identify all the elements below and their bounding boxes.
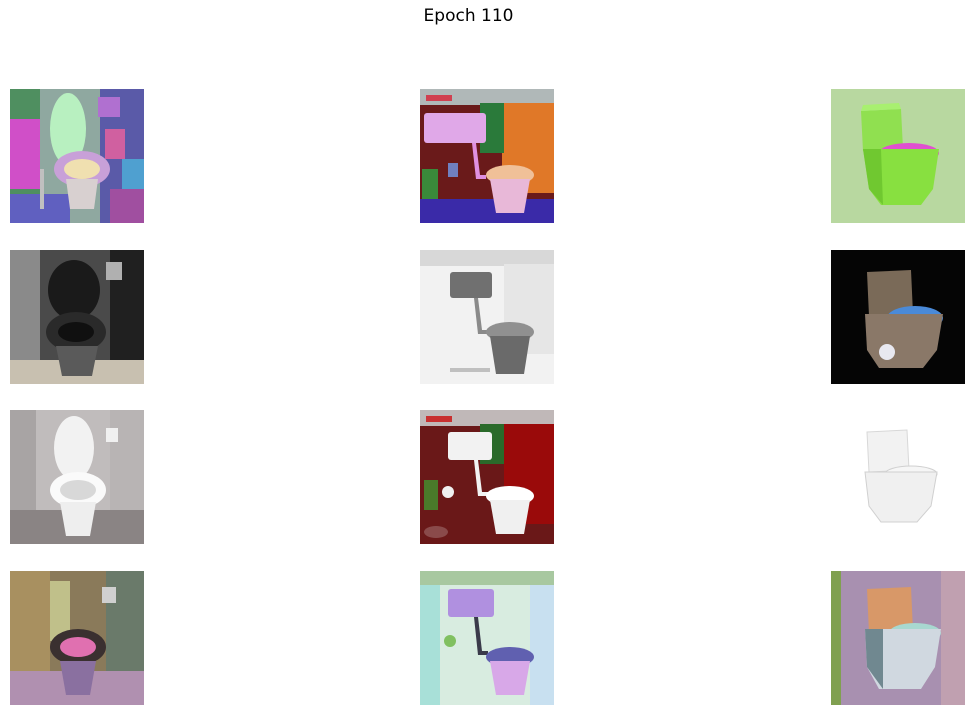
toilet-image-r4-c1: [10, 571, 144, 705]
figure-title: Epoch 110: [423, 6, 514, 26]
toilet-image-r4-c3: [831, 571, 965, 705]
toilet-image-r1-c3: [831, 89, 965, 223]
toilet-image-r4-c2: [420, 571, 554, 705]
toilet-image-r2-c2: [420, 250, 554, 384]
toilet-image-r1-c2: [420, 89, 554, 223]
toilet-image-r3-c3: [831, 410, 965, 544]
toilet-image-r2-c3: [831, 250, 965, 384]
toilet-image-r3-c1: [10, 410, 144, 544]
toilet-image-r1-c1: [10, 89, 144, 223]
toilet-image-r2-c1: [10, 250, 144, 384]
toilet-image-r3-c2: [420, 410, 554, 544]
